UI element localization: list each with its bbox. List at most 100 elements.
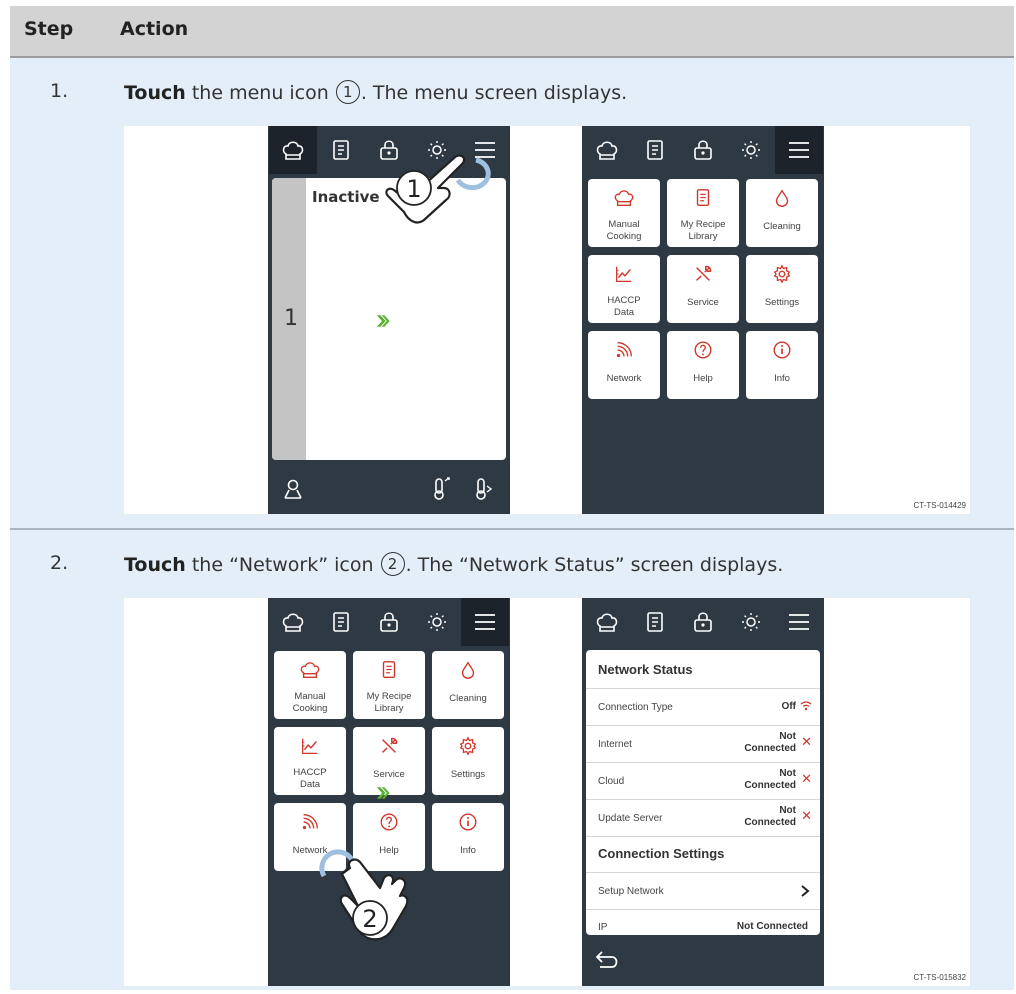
tile-label: Cleaning [449,693,487,704]
brightness-button[interactable] [727,598,775,646]
gear-icon [773,264,791,284]
chef-hat-icon [596,613,618,632]
lock-button[interactable] [365,598,413,646]
chef-hat-icon [614,190,634,207]
menu-button[interactable] [775,598,823,646]
lock-button[interactable] [679,126,727,174]
ip-value: Not Connected [736,921,808,932]
instruction-bold: Touch [124,554,186,576]
menu-tile-service[interactable]: Service [667,255,739,323]
chef-hat-icon [282,613,304,632]
tile-label: Settings [450,769,486,780]
menu-tile-settings[interactable]: Settings [432,727,504,795]
recipe-book-button[interactable] [631,598,679,646]
connection-type-value: Off [781,701,796,712]
figure-step-2: Manual Cooking My Recipe Library Cleaning HAC… [124,598,970,986]
menu-tile-cleaning[interactable]: Cleaning [432,651,504,719]
recipe-book-icon [647,140,663,160]
setup-network-row[interactable]: Setup Network [586,873,820,909]
instruction-text-pre: the menu icon [185,82,335,104]
instruction-text-post: . The “Network Status” screen displays. [405,554,784,576]
ip-label: IP [598,922,608,933]
internet-error-icon: ✕ [801,734,812,749]
tools-icon [382,737,398,753]
probe-temperature-icon[interactable] [430,476,452,502]
callout-number: 1 [335,80,360,104]
chef-hat-button[interactable] [269,598,317,646]
menu-tile-manual-cooking[interactable]: Manual Cooking [588,179,660,247]
menu-tile-my-recipe-library[interactable]: My Recipe Library [353,651,425,719]
bottom-bar [268,464,510,514]
wifi-icon [302,813,319,830]
menu-tile-info[interactable]: Info [746,331,818,399]
instruction-text-pre: the “Network” icon [185,554,380,576]
figure-code: CT-TS-014429 [913,501,966,510]
menu-icon [475,614,495,630]
recipe-book-button[interactable] [631,126,679,174]
update-server-value: Not Connected [744,805,796,828]
brightness-button[interactable] [413,598,461,646]
chart-icon [616,266,632,282]
cloud-value: Not Connected [744,768,796,791]
instruction-bold: Touch [124,82,186,104]
table-row-2: 2. Touch the “Network” icon 2. The “Netw… [10,530,1014,990]
chef-hat-button[interactable] [583,598,631,646]
menu-tile-settings[interactable]: Settings [746,255,818,323]
water-drop-icon [461,661,475,679]
brightness-icon [428,613,446,631]
menu-tile-manual-cooking[interactable]: Manual Cooking [274,651,346,719]
recipe-book-icon [333,612,349,632]
menu-tile-my-recipe-library[interactable]: My Recipe Library [667,179,739,247]
recipe-book-button[interactable] [317,126,365,174]
internet-label: Internet [598,739,632,750]
network-status-title: Network Status [598,662,693,677]
figure-code: CT-TS-015832 [913,973,966,982]
setup-network-label: Setup Network [598,886,664,897]
connection-settings-title: Connection Settings [598,846,725,861]
step-number: 1. [50,80,69,102]
chamber-number: 1 [284,306,298,331]
menu-tile-help[interactable]: Help [667,331,739,399]
lock-button[interactable] [679,598,727,646]
tools-icon [696,265,712,281]
core-temperature-icon[interactable] [472,476,494,502]
tile-label: Info [460,845,476,856]
internet-value: Not Connected [744,731,796,754]
cloud-error-icon: ✕ [801,771,812,786]
chamber-status: Inactive [312,188,380,206]
user-icon[interactable] [282,478,304,500]
network-status-screen: Network Status Connection Type Off Inter… [582,598,824,986]
figure-step-1: 1 Inactive 1 Manual Cooking My Recipe Li… [124,126,970,514]
tile-label: Help [693,373,713,384]
menu-tile-haccp-data[interactable]: HACCP Data [274,727,346,795]
menu-screen: Manual Cooking My Recipe Library Cleaning HAC… [582,126,824,514]
wifi-off-icon [800,701,812,711]
update-server-error-icon: ✕ [801,808,812,823]
update-server-label: Update Server [598,813,663,824]
recipe-book-icon [333,140,349,160]
cloud-label: Cloud [598,776,625,787]
chef-hat-button[interactable] [269,126,317,174]
step-instruction: Touch the “Network” icon 2. The “Network… [124,552,783,576]
back-icon[interactable] [594,948,620,970]
menu-button[interactable] [775,126,823,174]
lock-icon [694,612,712,632]
brightness-icon [742,141,760,159]
water-drop-icon [775,189,789,207]
gear-icon [459,736,477,756]
menu-button[interactable] [461,598,509,646]
table-header: Step Action [10,6,1014,58]
top-bar [582,126,824,174]
instruction-text-post: . The menu screen displays. [360,82,628,104]
tile-label: Manual Cooking [292,691,328,714]
header-action: Action [120,18,189,40]
menu-tile-haccp-data[interactable]: HACCP Data [588,255,660,323]
menu-tile-cleaning[interactable]: Cleaning [746,179,818,247]
brightness-button[interactable] [727,126,775,174]
menu-tile-network[interactable]: Network [588,331,660,399]
chef-hat-button[interactable] [583,126,631,174]
chef-hat-icon [596,141,618,160]
tile-label: Info [774,373,790,384]
menu-tile-info[interactable]: Info [432,803,504,871]
recipe-book-button[interactable] [317,598,365,646]
